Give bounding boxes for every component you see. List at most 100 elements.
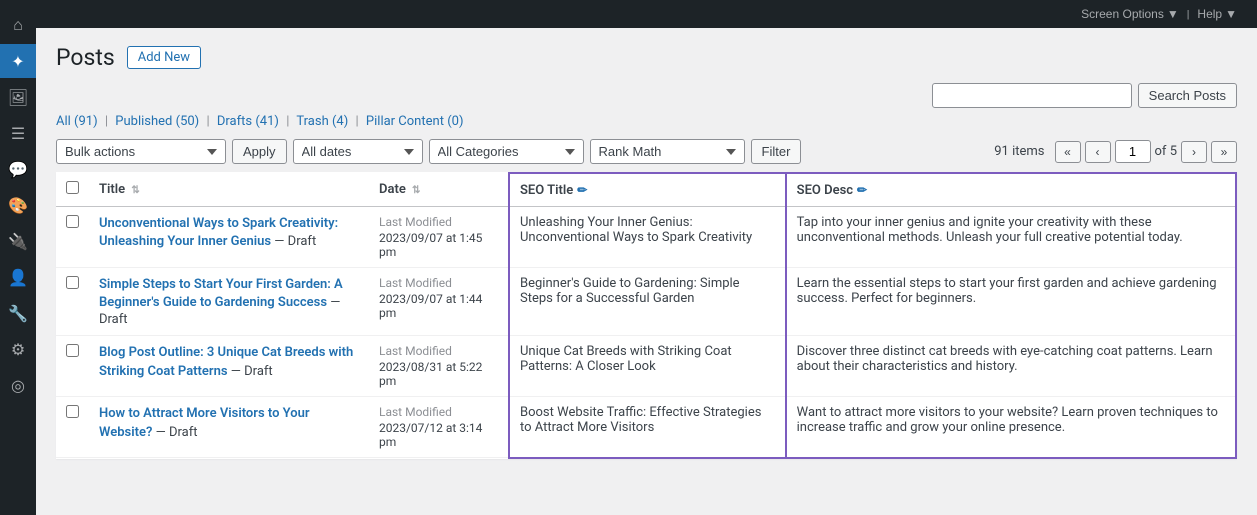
row-title: How to Attract More Visitors to Your Web… [89,397,369,458]
row-cb [56,207,89,268]
sidebar-icon-media[interactable]: 🖼 [0,80,36,114]
filter-trash[interactable]: Trash (4) [296,114,351,129]
sidebar: ⌂ ✦ 🖼 ☰ 💬 🎨 🔌 👤 🔧 ⚙ ◎ [0,0,36,515]
row-cb [56,268,89,336]
first-page-button[interactable]: « [1055,141,1081,163]
row-seo-title: Unleashing Your Inner Genius: Unconventi… [509,207,786,268]
select-all-checkbox[interactable] [66,181,79,194]
post-title-link[interactable]: Simple Steps to Start Your First Garden:… [99,277,343,310]
date-label: Last Modified [379,344,498,358]
rankmath-filter-select[interactable]: Rank Math [590,139,745,164]
sidebar-icon-tools[interactable]: 🔧 [0,296,36,330]
seo-desc-header: SEO Desc ✏ [786,173,1236,207]
sidebar-icon-users[interactable]: 👤 [0,260,36,294]
table-row: Blog Post Outline: 3 Unique Cat Breeds w… [56,336,1236,397]
row-checkbox[interactable] [66,215,79,228]
filter-links: All (91) | Published (50) | Drafts (41) … [56,114,1237,129]
posts-table: Title ⇅ Date ⇅ SEO Title ✏ [56,172,1237,459]
row-date: Last Modified 2023/08/31 at 5:22 pm [369,336,509,397]
seo-desc-edit-icon[interactable]: ✏ [857,183,867,197]
apply-button[interactable]: Apply [232,139,287,164]
next-page-button[interactable]: › [1181,141,1207,163]
screen-options-arrow: ▼ [1167,7,1179,21]
row-checkbox[interactable] [66,344,79,357]
add-new-button[interactable]: Add New [127,46,201,69]
row-date: Last Modified 2023/09/07 at 1:44 pm [369,268,509,336]
date-value: 2023/09/07 at 1:44 pm [379,292,498,320]
row-seo-desc: Tap into your inner genius and ignite yo… [786,207,1236,268]
date-value: 2023/08/31 at 5:22 pm [379,360,498,388]
current-page-input[interactable] [1115,140,1151,163]
sidebar-icon-rankmath[interactable]: ◎ [0,368,36,402]
filter-pillar[interactable]: Pillar Content (0) [366,114,464,129]
date-filter-select[interactable]: All dates [293,139,423,164]
row-seo-desc: Discover three distinct cat breeds with … [786,336,1236,397]
date-label: Last Modified [379,405,498,419]
row-date: Last Modified 2023/09/07 at 1:45 pm [369,207,509,268]
date-value: 2023/09/07 at 1:45 pm [379,231,498,259]
pagination: 91 items « ‹ of 5 › » [994,140,1237,163]
screen-options-label: Screen Options [1081,7,1164,21]
screen-options-button[interactable]: Screen Options ▼ [1073,0,1187,28]
last-page-button[interactable]: » [1211,141,1237,163]
page-header: Posts Add New [56,44,1237,71]
row-date: Last Modified 2023/07/12 at 3:14 pm [369,397,509,458]
date-header[interactable]: Date ⇅ [369,173,509,207]
bulk-actions-select[interactable]: Bulk actions [56,139,226,164]
filter-button[interactable]: Filter [751,139,802,164]
table-row: Simple Steps to Start Your First Garden:… [56,268,1236,336]
table-row: How to Attract More Visitors to Your Web… [56,397,1236,458]
filter-all[interactable]: All (91) [56,114,101,129]
row-seo-title: Unique Cat Breeds with Striking Coat Pat… [509,336,786,397]
toolbar: Bulk actions Apply All dates All Categor… [56,139,1237,164]
sidebar-icon-appearance[interactable]: 🎨 [0,188,36,222]
seo-title-edit-icon[interactable]: ✏ [577,183,587,197]
row-title: Unconventional Ways to Spark Creativity:… [89,207,369,268]
row-seo-desc: Learn the essential steps to start your … [786,268,1236,336]
date-label: Last Modified [379,215,498,229]
table-row: Unconventional Ways to Spark Creativity:… [56,207,1236,268]
row-checkbox[interactable] [66,405,79,418]
search-area: Search Posts [56,83,1237,108]
row-seo-title: Beginner's Guide to Gardening: Simple St… [509,268,786,336]
date-value: 2023/07/12 at 3:14 pm [379,421,498,449]
title-sort-icon: ⇅ [131,185,139,196]
sidebar-icon-settings[interactable]: ⚙ [0,332,36,366]
of-text: of 5 [1155,144,1177,159]
help-arrow: ▼ [1225,7,1237,21]
page-title: Posts [56,44,115,71]
top-bar: Screen Options ▼ | Help ▼ [36,0,1257,28]
items-count: 91 items [994,144,1044,159]
post-title-link[interactable]: How to Attract More Visitors to Your Web… [99,406,310,439]
table-header-row: Title ⇅ Date ⇅ SEO Title ✏ [56,173,1236,207]
main-content: Screen Options ▼ | Help ▼ Posts Add New … [36,0,1257,515]
row-title: Simple Steps to Start Your First Garden:… [89,268,369,336]
category-filter-select[interactable]: All Categories [429,139,584,164]
row-checkbox[interactable] [66,276,79,289]
post-status: — Draft [274,234,316,249]
prev-page-button[interactable]: ‹ [1085,141,1111,163]
row-seo-desc: Want to attract more visitors to your we… [786,397,1236,458]
row-cb [56,397,89,458]
search-input[interactable] [932,83,1132,108]
row-title: Blog Post Outline: 3 Unique Cat Breeds w… [89,336,369,397]
seo-title-header: SEO Title ✏ [509,173,786,207]
date-sort-icon: ⇅ [412,185,420,196]
filter-published[interactable]: Published (50) [115,114,202,129]
post-title-link[interactable]: Blog Post Outline: 3 Unique Cat Breeds w… [99,345,353,378]
title-header[interactable]: Title ⇅ [89,173,369,207]
sidebar-icon-comments[interactable]: 💬 [0,152,36,186]
sidebar-icon-pages[interactable]: ☰ [0,116,36,150]
help-button[interactable]: Help ▼ [1189,0,1245,28]
row-cb [56,336,89,397]
sidebar-icon-posts[interactable]: ✦ [0,44,36,78]
content-area: Posts Add New Search Posts All (91) | Pu… [36,28,1257,475]
filter-drafts[interactable]: Drafts (41) [217,114,282,129]
sidebar-icon-plugins[interactable]: 🔌 [0,224,36,258]
search-posts-button[interactable]: Search Posts [1138,83,1237,108]
table-body: Unconventional Ways to Spark Creativity:… [56,207,1236,458]
sidebar-icon-home[interactable]: ⌂ [0,8,36,42]
row-seo-title: Boost Website Traffic: Effective Strateg… [509,397,786,458]
help-label: Help [1197,7,1222,21]
date-label: Last Modified [379,276,498,290]
